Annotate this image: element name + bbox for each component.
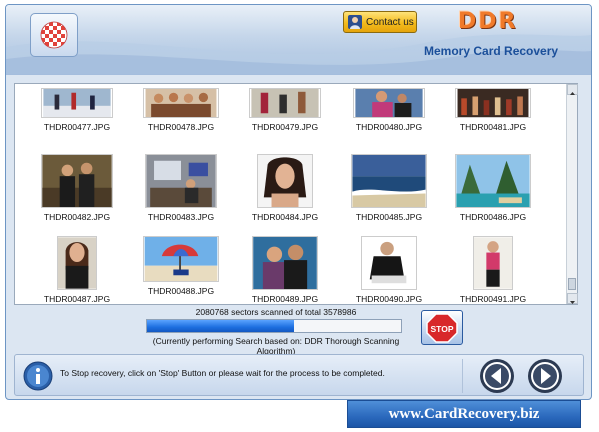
status-footer: To Stop recovery, click on 'Stop' Button…: [14, 354, 584, 396]
app-subtitle: Memory Card Recovery: [424, 44, 559, 58]
contact-us-label: Contact us: [366, 16, 414, 28]
algorithm-text: (Currently performing Search based on: D…: [152, 336, 400, 356]
thumbnail-image: [252, 236, 318, 290]
scroll-up-arrow-icon: [570, 92, 575, 95]
file-name: THDR00482.JPG: [43, 212, 111, 222]
file-name: THDR00484.JPG: [251, 212, 319, 222]
file-name: THDR00490.JPG: [355, 294, 423, 304]
app-logo: [30, 13, 78, 57]
file-thumbnail[interactable]: THDR00477.JPG: [29, 88, 125, 132]
thumbnail-image: [455, 88, 531, 118]
recovered-files-gallery[interactable]: THDR00477.JPG THDR00478.JPG THDR00479.JP…: [14, 83, 578, 305]
file-thumbnail[interactable]: THDR00485.JPG: [341, 154, 437, 222]
file-name: THDR00479.JPG: [251, 122, 319, 132]
file-thumbnail[interactable]: THDR00488.JPG: [133, 236, 229, 296]
progress-bar: [146, 319, 402, 333]
person-icon: [348, 15, 362, 29]
website-banner[interactable]: www.CardRecovery.biz: [347, 400, 581, 428]
info-icon: [23, 361, 53, 391]
next-button[interactable]: [527, 358, 563, 394]
stop-label: STOP: [431, 324, 454, 334]
file-thumbnail[interactable]: THDR00482.JPG: [29, 154, 125, 222]
file-name: THDR00483.JPG: [147, 212, 215, 222]
thumbnail-image: [353, 88, 425, 118]
stop-button[interactable]: STOP: [421, 310, 463, 345]
stop-sign-icon: STOP: [426, 312, 458, 343]
file-name: THDR00480.JPG: [355, 122, 423, 132]
file-thumbnail[interactable]: THDR00486.JPG: [445, 154, 541, 222]
thumbnail-image: [455, 154, 531, 208]
thumbnail-image: [143, 236, 219, 282]
brand-logo-text: DDR: [458, 9, 518, 34]
gallery-viewport: THDR00477.JPG THDR00478.JPG THDR00479.JP…: [15, 84, 567, 304]
file-thumbnail[interactable]: THDR00478.JPG: [133, 88, 229, 132]
app-window: Contact us DDR Memory Card Recovery THDR…: [5, 4, 592, 400]
file-name: THDR00486.JPG: [459, 212, 527, 222]
scroll-down-arrow-icon: [570, 301, 575, 304]
status-message: To Stop recovery, click on 'Stop' Button…: [60, 368, 385, 378]
thumbnail-image: [257, 154, 313, 208]
file-name: THDR00477.JPG: [43, 122, 111, 132]
file-thumbnail[interactable]: THDR00490.JPG: [341, 236, 437, 304]
thumbnail-image: [41, 88, 113, 118]
file-name: THDR00491.JPG: [459, 294, 527, 304]
header: Contact us DDR Memory Card Recovery: [6, 5, 591, 75]
thumbnail-image: [361, 236, 417, 290]
scroll-down-button[interactable]: [567, 293, 578, 304]
file-name: THDR00489.JPG: [251, 294, 319, 304]
thumbnail-image: [57, 236, 97, 290]
file-name: THDR00478.JPG: [147, 122, 215, 132]
file-thumbnail[interactable]: THDR00480.JPG: [341, 88, 437, 132]
file-thumbnail[interactable]: THDR00481.JPG: [445, 88, 541, 132]
file-name: THDR00485.JPG: [355, 212, 423, 222]
thumbnail-image: [351, 154, 427, 208]
file-thumbnail[interactable]: THDR00483.JPG: [133, 154, 229, 222]
file-name: THDR00481.JPG: [459, 122, 527, 132]
vertical-scrollbar[interactable]: [566, 84, 578, 304]
scan-progress: 2080768 sectors scanned of total 3578986…: [146, 307, 414, 356]
sectors-scanned-text: 2080768 sectors scanned of total 3578986: [195, 307, 357, 317]
back-button[interactable]: [479, 358, 515, 394]
file-name: THDR00488.JPG: [147, 286, 215, 296]
thumbnail-image: [249, 88, 321, 118]
thumbnail-image: [473, 236, 513, 290]
thumbnail-image: [143, 88, 219, 118]
thumbnail-image: [145, 154, 217, 208]
checkered-ball-icon: [40, 21, 68, 49]
file-thumbnail[interactable]: THDR00479.JPG: [237, 88, 333, 132]
file-name: THDR00487.JPG: [43, 294, 111, 304]
scroll-up-button[interactable]: [567, 84, 578, 95]
scrollbar-thumb[interactable]: [568, 278, 576, 290]
contact-us-button[interactable]: Contact us: [343, 11, 417, 33]
progress-bar-fill: [147, 320, 295, 332]
file-thumbnail[interactable]: THDR00487.JPG: [29, 236, 125, 304]
file-thumbnail[interactable]: THDR00489.JPG: [237, 236, 333, 304]
file-thumbnail[interactable]: THDR00491.JPG: [445, 236, 541, 304]
thumbnail-image: [41, 154, 113, 208]
file-thumbnail[interactable]: THDR00484.JPG: [237, 154, 333, 222]
